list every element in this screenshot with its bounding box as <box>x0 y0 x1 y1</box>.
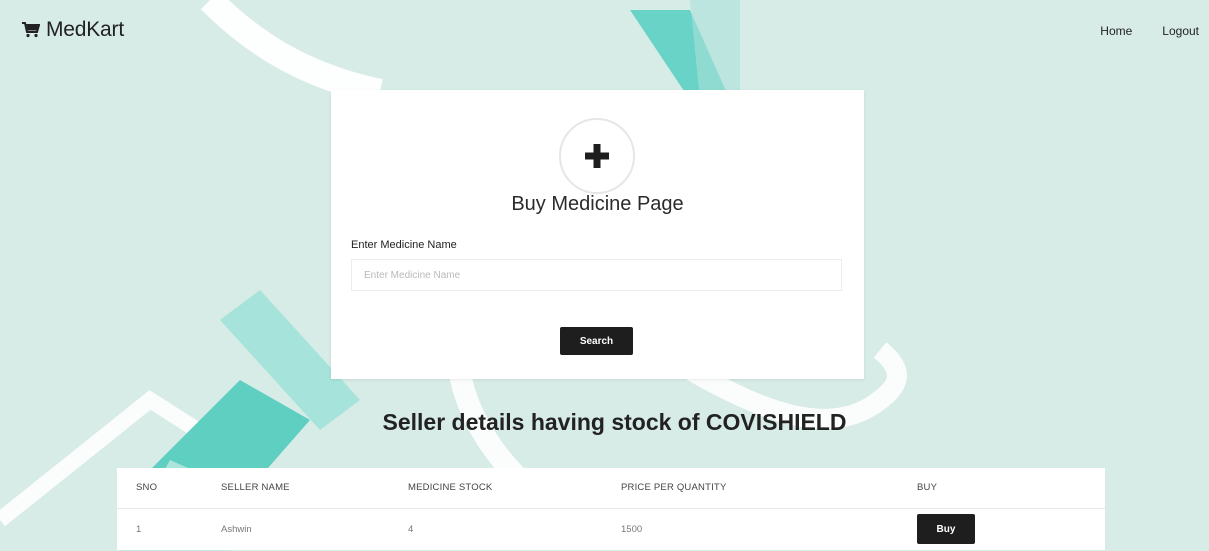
buy-button[interactable]: Buy <box>917 514 975 545</box>
cell-sno: 1 <box>136 523 142 535</box>
cell-seller-name: Ashwin <box>221 523 252 535</box>
header-sno: SNO <box>117 468 202 509</box>
table-header-row: SNO SELLER NAME MEDICINE STOCK PRICE PER… <box>117 468 1105 509</box>
seller-table: SNO SELLER NAME MEDICINE STOCK PRICE PER… <box>117 468 1105 550</box>
plus-icon-circle <box>559 118 635 194</box>
cart-icon <box>22 22 40 38</box>
table-row: 1 Ashwin 4 1500 Buy <box>117 508 1105 550</box>
brand-logo[interactable]: MedKart <box>22 18 124 42</box>
cell-price: 1500 <box>621 523 643 535</box>
nav-logout-link[interactable]: Logout <box>1162 24 1199 38</box>
nav-links: Home Logout <box>1100 24 1199 38</box>
navbar: MedKart Home Logout <box>0 0 1209 62</box>
header-medicine-stock: MEDICINE STOCK <box>389 468 602 509</box>
plus-icon <box>585 144 609 168</box>
header-buy: BUY <box>898 468 1105 509</box>
brand-name: MedKart <box>46 18 124 41</box>
page-title: Buy Medicine Page <box>511 193 684 215</box>
buy-medicine-card: Buy Medicine Page Enter Medicine Name Se… <box>331 90 864 379</box>
header-price-per-quantity: PRICE PER QUANTITY <box>602 468 898 509</box>
header-seller-name: SELLER NAME <box>202 468 389 509</box>
medicine-name-label: Enter Medicine Name <box>351 239 457 251</box>
nav-home-link[interactable]: Home <box>1100 24 1132 38</box>
medicine-name-input[interactable] <box>351 259 842 291</box>
seller-details-heading: Seller details having stock of COVISHIEL… <box>382 409 847 435</box>
search-button[interactable]: Search <box>560 327 633 355</box>
cell-buy: Buy <box>898 508 1105 550</box>
cell-medicine-stock: 4 <box>408 523 414 535</box>
